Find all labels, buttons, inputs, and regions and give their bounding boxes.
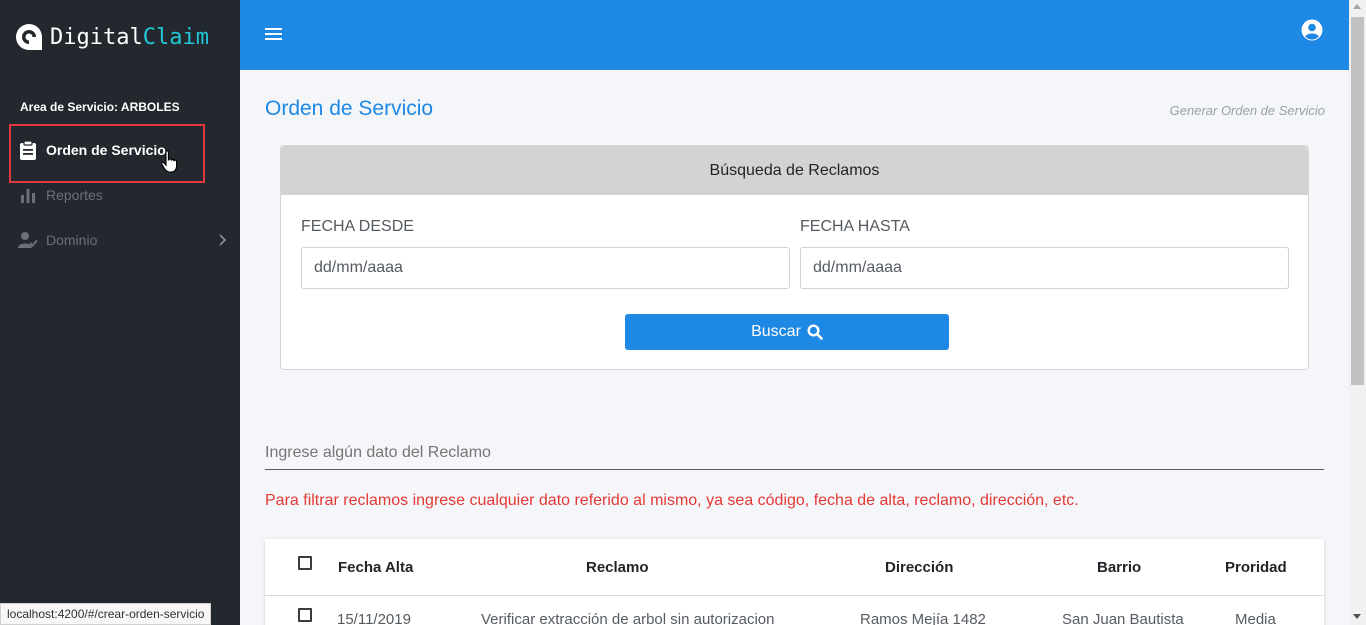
bar-chart-icon (18, 185, 38, 205)
search-card-header: Búsqueda de Reclamos (281, 146, 1308, 195)
sidebar: DigitalClaim Area de Servicio: ARBOLES O… (0, 0, 240, 625)
scroll-up-arrow-icon[interactable] (1353, 4, 1361, 9)
from-date-input[interactable]: dd/mm/aaaa (301, 247, 790, 289)
column-header-fecha-alta[interactable]: Fecha Alta (338, 559, 413, 576)
table-header-row: Fecha Alta Reclamo Dirección Barrio Pror… (265, 539, 1324, 596)
app-logo[interactable]: DigitalClaim (14, 22, 209, 52)
to-date-label: FECHA HASTA (800, 218, 910, 235)
page-title: Orden de Servicio (265, 97, 434, 120)
filter-hint-text: Para filtrar reclamos ingrese cualquier … (265, 492, 1079, 509)
service-area-label: Area de Servicio: ARBOLES (20, 100, 180, 114)
hand-cursor-icon (161, 150, 178, 173)
sidebar-item-reportes[interactable]: Reportes (18, 183, 103, 207)
search-button-label: Buscar (751, 323, 801, 340)
sidebar-item-dominio[interactable]: Dominio (18, 228, 97, 252)
cell-reclamo: Verificar extracción de arbol sin autori… (481, 611, 775, 625)
reclamos-table: Fecha Alta Reclamo Dirección Barrio Pror… (265, 539, 1324, 625)
from-date-label: FECHA DESDE (301, 218, 414, 235)
user-account-icon[interactable] (1301, 19, 1323, 41)
reclamo-filter-input[interactable]: Ingrese algún dato del Reclamo (265, 440, 1324, 470)
select-all-checkbox[interactable] (298, 556, 312, 570)
to-date-input[interactable]: dd/mm/aaaa (800, 247, 1289, 289)
column-header-barrio[interactable]: Barrio (1097, 559, 1141, 576)
search-icon (807, 324, 823, 340)
cell-direccion: Ramos Mejía 1482 (860, 611, 986, 625)
logo-mark-icon (14, 22, 44, 52)
cell-fecha-alta: 15/11/2019 (337, 611, 411, 625)
hamburger-menu-icon[interactable] (265, 26, 283, 42)
logo-text: DigitalClaim (50, 25, 209, 50)
column-header-prioridad[interactable]: Proridad (1225, 559, 1287, 576)
user-check-icon (18, 230, 38, 250)
breadcrumb: Generar Orden de Servicio (1169, 103, 1325, 118)
sidebar-item-label: Dominio (46, 232, 98, 248)
chevron-right-icon[interactable] (218, 233, 228, 247)
search-card: Búsqueda de Reclamos FECHA DESDE dd/mm/a… (280, 145, 1309, 370)
column-header-reclamo[interactable]: Reclamo (586, 559, 649, 576)
scrollbar-thumb[interactable] (1351, 17, 1364, 385)
browser-status-url: localhost:4200/#/crear-orden-servicio (0, 603, 212, 625)
cell-barrio: San Juan Bautista (1062, 611, 1184, 625)
cell-prioridad: Media (1235, 611, 1276, 625)
search-button[interactable]: Buscar (625, 314, 949, 350)
sidebar-item-label: Reportes (46, 187, 103, 203)
logo-text-white: Digital (50, 24, 143, 50)
column-header-direccion[interactable]: Dirección (885, 559, 953, 576)
top-navbar (240, 0, 1349, 70)
row-checkbox[interactable] (298, 608, 312, 622)
scroll-down-arrow-icon[interactable] (1353, 614, 1361, 619)
logo-text-cyan: Claim (142, 24, 209, 50)
